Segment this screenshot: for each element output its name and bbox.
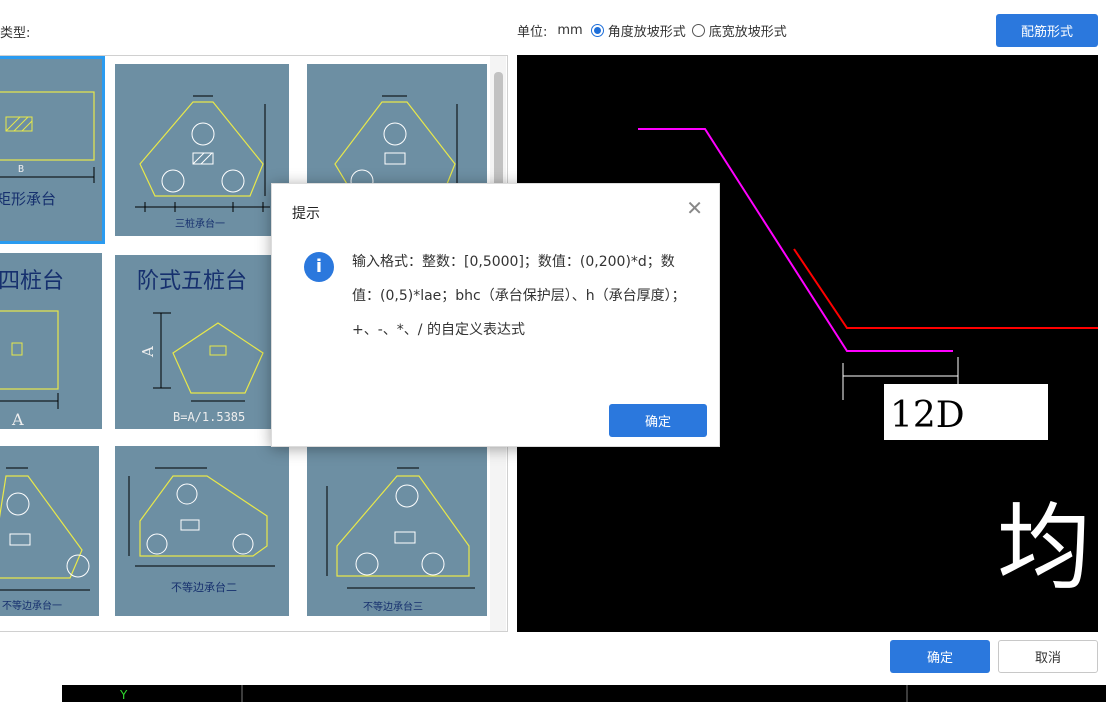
tile-three-pile-cap-1[interactable]: 三桩承台一 — [115, 64, 289, 236]
dialog-ok-button[interactable]: 确定 — [609, 404, 707, 437]
three-pile-cap-name: 三桩承台一 — [175, 217, 225, 230]
type-label: 类型: — [0, 26, 31, 41]
unequal-cap-3-name: 不等边承台三 — [363, 600, 423, 613]
unit-bar: 单位: mm 角度放坡形式 底宽放坡形式 — [517, 21, 793, 40]
tile-unequal-cap-1[interactable]: 不等边承台一 — [0, 446, 99, 616]
rebar-form-button[interactable]: 配筋形式 — [996, 14, 1098, 47]
radio-width-slope[interactable]: 底宽放坡形式 — [691, 21, 787, 40]
rectangular-cap-diagram: B 矩形承台 — [0, 91, 95, 208]
radio-indicator — [691, 24, 705, 37]
step-five-pile-cap-diagram: 阶式五桩台 A B=A/1.5385 — [137, 269, 264, 424]
tile-rectangular-cap[interactable]: B 矩形承台 — [0, 56, 105, 244]
three-pile-cap-diagram: 三桩承台一 — [135, 95, 270, 230]
hint-dialog: 提示 ✕ i 输入格式：整数：[0,5000]；数值：(0,200)*d；数值：… — [271, 183, 720, 447]
unequal-cap-2-name: 不等边承台二 — [171, 580, 237, 594]
dialog-message: 输入格式：整数：[0,5000]；数值：(0,200)*d；数值：(0,5)*l… — [352, 254, 686, 338]
info-icon: i — [304, 252, 334, 282]
tile-three-pile-cap-2[interactable] — [307, 64, 487, 184]
y-axis-label: Y — [119, 688, 128, 702]
cad-viewport-strip: Y — [62, 685, 1106, 702]
tile-step-five-pile-cap[interactable]: 阶式五桩台 A B=A/1.5385 — [115, 255, 289, 429]
tile-four-pile-cap[interactable]: 四桩台 A — [0, 253, 102, 429]
tile-unequal-cap-2[interactable]: 不等边承台二 — [115, 446, 289, 616]
close-icon[interactable]: ✕ — [686, 196, 703, 220]
radio-angle-slope-label: 角度放坡形式 — [607, 25, 686, 40]
step-five-dim-a: A — [139, 346, 157, 358]
rect-cap-name: 矩形承台 — [0, 190, 56, 208]
four-pile-cap-name: 四桩台 — [0, 269, 64, 294]
unequal-cap-3-diagram: 不等边承台三 — [326, 467, 475, 613]
radio-selected-indicator — [590, 24, 604, 37]
step-five-formula: B=A/1.5385 — [173, 410, 245, 424]
radio-width-slope-label: 底宽放坡形式 — [708, 25, 787, 40]
unequal-cap-1-name: 不等边承台一 — [2, 599, 62, 612]
preview-length-label: 12D — [890, 395, 965, 436]
cancel-button[interactable]: 取消 — [998, 640, 1098, 673]
rect-cap-dim: B — [18, 164, 24, 175]
ok-button[interactable]: 确定 — [890, 640, 990, 673]
rebar-red-line — [793, 248, 1098, 329]
dialog-title: 提示 — [292, 206, 320, 222]
step-five-pile-cap-name: 阶式五桩台 — [137, 269, 247, 294]
unequal-cap-1-diagram: 不等边承台一 — [0, 467, 90, 612]
four-pile-cap-dim: A — [11, 410, 24, 429]
four-pile-cap-diagram: 四桩台 A — [0, 269, 64, 429]
three-pile-cap-2-diagram — [334, 95, 458, 184]
unit-label: 单位: — [517, 25, 548, 40]
preview-big-char: 均 — [997, 494, 1091, 603]
radio-angle-slope[interactable]: 角度放坡形式 — [590, 21, 686, 40]
tile-unequal-cap-3[interactable]: 不等边承台三 — [307, 446, 487, 616]
unit-value: mm — [557, 23, 583, 38]
unequal-cap-2-diagram: 不等边承台二 — [128, 467, 275, 594]
